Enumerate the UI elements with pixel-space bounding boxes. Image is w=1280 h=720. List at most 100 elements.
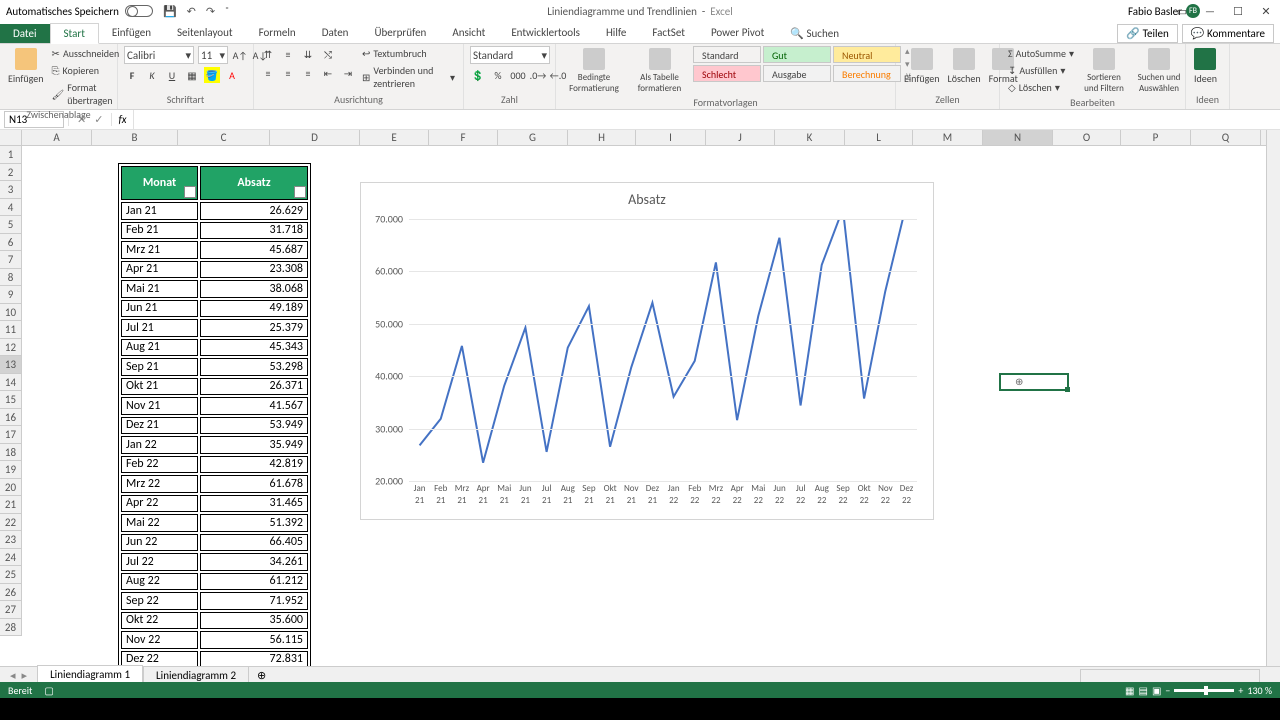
zoom-in-icon[interactable]: +	[1238, 684, 1243, 697]
col-header-O[interactable]: O	[1053, 130, 1121, 145]
row-header-21[interactable]: 21	[0, 496, 21, 514]
align-center-icon[interactable]: ≡	[280, 65, 296, 81]
row-header-22[interactable]: 22	[0, 514, 21, 532]
col-header-H[interactable]: H	[568, 130, 636, 145]
tab-entwicklertools[interactable]: Entwicklertools	[498, 23, 593, 43]
col-header-K[interactable]: K	[775, 130, 845, 145]
undo-icon[interactable]: ↶	[187, 5, 196, 18]
format-painter-button[interactable]: 🖌 Format übertragen	[50, 80, 122, 108]
increase-decimal-icon[interactable]: .0→	[530, 67, 546, 83]
cut-button[interactable]: ✂ Ausschneiden	[50, 46, 122, 61]
indent-dec-icon[interactable]: ⇤	[320, 65, 336, 81]
italic-button[interactable]: K	[144, 67, 160, 83]
tab-start[interactable]: Start	[50, 23, 99, 44]
save-icon[interactable]: 💾	[163, 5, 177, 18]
row-header-12[interactable]: 12	[0, 339, 21, 357]
insert-cells-button[interactable]: Einfügen	[902, 46, 942, 87]
col-header-G[interactable]: G	[498, 130, 568, 145]
style-neutral[interactable]: Neutral	[833, 46, 901, 63]
align-left-icon[interactable]: ≡	[260, 65, 276, 81]
style-standard[interactable]: Standard	[693, 46, 761, 63]
percent-icon[interactable]: %	[490, 67, 506, 83]
format-table-button[interactable]: Als Tabelle formatieren	[630, 46, 689, 96]
row-header-28[interactable]: 28	[0, 619, 21, 637]
copy-button[interactable]: ⎘ Kopieren	[50, 63, 122, 78]
chart-object[interactable]: Absatz 20.00030.00040.00050.00060.00070.…	[360, 182, 934, 520]
tab-überprüfen[interactable]: Überprüfen	[361, 23, 439, 43]
tab-formeln[interactable]: Formeln	[246, 23, 309, 43]
conditional-format-button[interactable]: Bedingte Formatierung	[562, 46, 626, 96]
row-header-10[interactable]: 10	[0, 304, 21, 322]
col-header-Q[interactable]: Q	[1191, 130, 1261, 145]
share-button[interactable]: 🔗 Teilen	[1117, 24, 1177, 43]
filter-icon[interactable]: ▾	[184, 186, 196, 198]
font-color-button[interactable]: A	[224, 67, 240, 83]
bold-button[interactable]: F	[124, 67, 140, 83]
maximize-icon[interactable]: ☐	[1224, 0, 1252, 22]
row-header-23[interactable]: 23	[0, 531, 21, 549]
tab-daten[interactable]: Daten	[309, 23, 362, 43]
zoom-out-icon[interactable]: −	[1165, 684, 1170, 697]
close-icon[interactable]: ✕	[1252, 0, 1280, 22]
col-header-C[interactable]: C	[178, 130, 270, 145]
row-header-4[interactable]: 4	[0, 199, 21, 217]
style-berechnung[interactable]: Berechnung	[833, 65, 901, 82]
sheet-nav-next-icon[interactable]: ▸	[22, 669, 28, 682]
tab-factset[interactable]: FactSet	[639, 23, 698, 43]
row-header-18[interactable]: 18	[0, 444, 21, 462]
align-top-icon[interactable]: ⇈	[260, 46, 276, 62]
align-bottom-icon[interactable]: ⇊	[300, 46, 316, 62]
autosum-button[interactable]: Σ AutoSumme ▾	[1006, 46, 1076, 61]
number-format-combo[interactable]: Standard▾	[470, 46, 550, 64]
fx-icon[interactable]: fx	[112, 113, 132, 126]
align-middle-icon[interactable]: ≡	[280, 46, 296, 62]
wrap-text-button[interactable]: ↩ Textumbruch	[360, 46, 457, 61]
tab-file[interactable]: Datei	[0, 24, 50, 43]
row-header-20[interactable]: 20	[0, 479, 21, 497]
autosave-toggle[interactable]	[125, 5, 153, 17]
col-header-F[interactable]: F	[429, 130, 498, 145]
col-header-M[interactable]: M	[913, 130, 983, 145]
vertical-scrollbar[interactable]	[1266, 130, 1280, 668]
border-button[interactable]: ▦	[184, 67, 200, 83]
row-header-1[interactable]: 1	[0, 146, 21, 164]
merge-center-button[interactable]: ⊞ Verbinden und zentrieren ▾	[360, 63, 457, 91]
style-schlecht[interactable]: Schlecht	[693, 65, 761, 82]
row-header-8[interactable]: 8	[0, 269, 21, 287]
currency-icon[interactable]: 💲	[470, 67, 486, 83]
fill-button[interactable]: ↧ Ausfüllen ▾	[1006, 63, 1076, 78]
redo-icon[interactable]: ↷	[206, 5, 215, 18]
find-select-button[interactable]: Suchen und Auswählen	[1132, 46, 1186, 96]
align-right-icon[interactable]: ≡	[300, 65, 316, 81]
font-size-combo[interactable]: 11▾	[198, 46, 228, 64]
style-ausgabe[interactable]: Ausgabe	[763, 65, 831, 82]
tab-ansicht[interactable]: Ansicht	[439, 23, 498, 43]
select-all-button[interactable]	[0, 130, 22, 146]
paste-button[interactable]: Einfügen	[6, 46, 46, 87]
col-header-L[interactable]: L	[845, 130, 913, 145]
row-header-6[interactable]: 6	[0, 234, 21, 252]
row-header-13[interactable]: 13	[0, 356, 21, 374]
tab-seitenlayout[interactable]: Seitenlayout	[164, 23, 246, 43]
underline-button[interactable]: U	[164, 67, 180, 83]
col-header-D[interactable]: D	[270, 130, 360, 145]
orientation-icon[interactable]: ⤭	[320, 46, 336, 62]
fill-color-button[interactable]: 🪣	[204, 67, 220, 83]
sheet-nav-prev-icon[interactable]: ◂	[10, 669, 16, 682]
macro-record-icon[interactable]: ▢	[44, 684, 53, 697]
add-sheet-button[interactable]: ⊕	[249, 669, 274, 682]
table-header[interactable]: Monat▾	[121, 166, 198, 200]
row-header-14[interactable]: 14	[0, 374, 21, 392]
col-header-E[interactable]: E	[360, 130, 429, 145]
horizontal-scrollbar[interactable]	[1080, 669, 1260, 683]
clear-button[interactable]: ◇ Löschen ▾	[1006, 80, 1076, 95]
search-box[interactable]: 🔍 Suchen	[777, 24, 852, 43]
view-normal-icon[interactable]: ▦	[1125, 684, 1134, 697]
ideas-button[interactable]: Ideen	[1192, 46, 1219, 87]
worksheet-grid[interactable]: ABCDEFGHIJKLMNOPQ 1234567891011121314151…	[0, 130, 1280, 668]
row-header-24[interactable]: 24	[0, 549, 21, 567]
row-header-16[interactable]: 16	[0, 409, 21, 427]
formula-input[interactable]	[133, 110, 1280, 129]
row-header-26[interactable]: 26	[0, 584, 21, 602]
zoom-level[interactable]: 130 %	[1247, 684, 1272, 697]
